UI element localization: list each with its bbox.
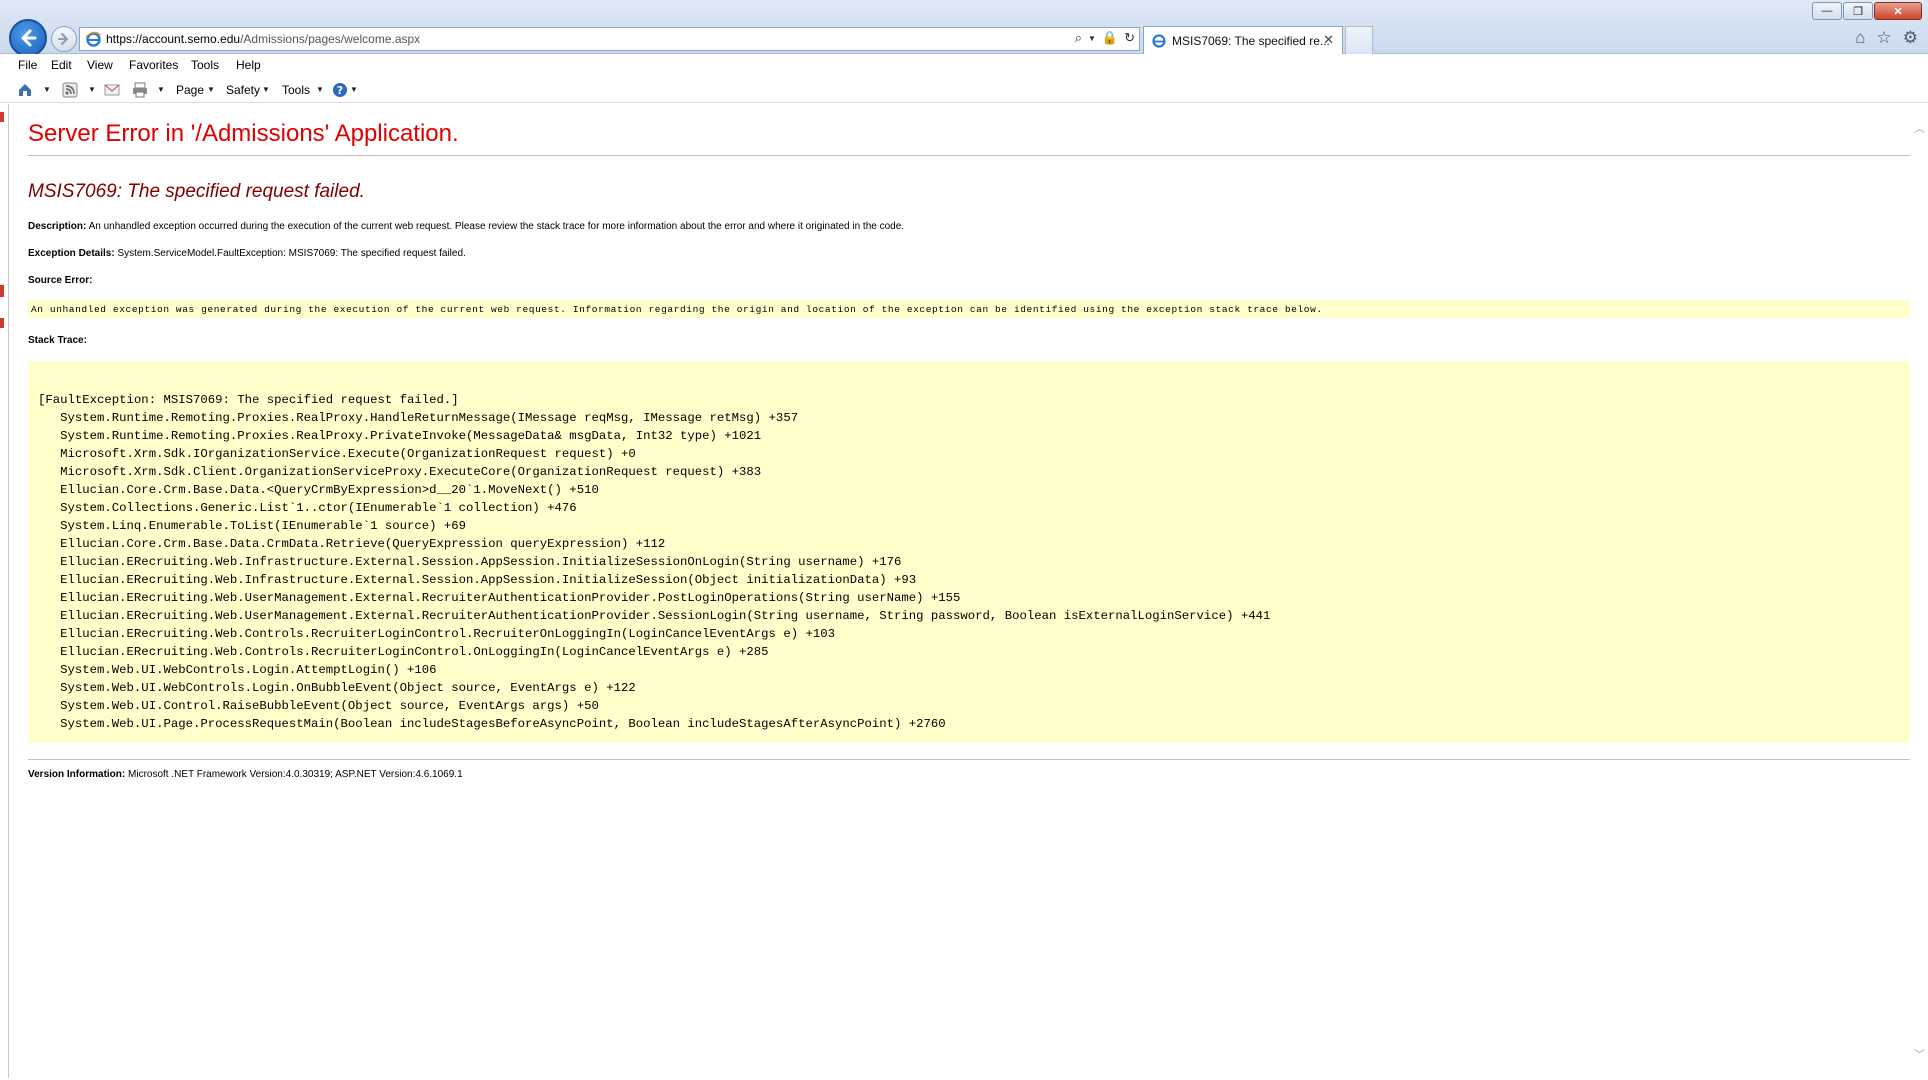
mail-icon[interactable] [104, 82, 120, 98]
menu-bar: File Edit View Favorites Tools Help [0, 54, 1928, 77]
print-icon[interactable] [132, 82, 148, 98]
stack-trace-line-13: Ellucian.ERecruiting.Web.Controls.Recrui… [38, 627, 835, 641]
help-dropdown-icon[interactable]: ▼ [350, 85, 358, 94]
home-icon[interactable] [17, 82, 33, 98]
stack-trace-line-3: Microsoft.Xrm.Sdk.IOrganizationService.E… [38, 447, 636, 461]
stack-trace-line-8: Ellucian.Core.Crm.Base.Data.CrmData.Retr… [38, 537, 666, 551]
stack-trace-line: Stack Trace: [28, 335, 87, 346]
search-icon[interactable]: ⌕ [1075, 30, 1082, 46]
description-text: An unhandled exception occurred during t… [88, 221, 905, 232]
home-dropdown-icon[interactable]: ▼ [43, 85, 51, 94]
page-title: Server Error in '/Admissions' Applicatio… [28, 120, 459, 147]
stack-trace-line-2: System.Runtime.Remoting.Proxies.RealProx… [38, 429, 762, 443]
minimize-button[interactable]: — [1812, 2, 1842, 20]
version-label: Version Information: [28, 769, 126, 780]
stack-trace-line-16: System.Web.UI.WebControls.Login.OnBubble… [38, 681, 636, 695]
command-bar: ▼ ▼ ▼ Page ▼ Safety ▼ Tools ▼ ? ▼ [0, 77, 1928, 103]
description-line: Description: An unhandled exception occu… [28, 221, 904, 232]
url-path: /Admissions/pages/welcome.aspx [240, 32, 421, 46]
tools-dropdown-icon[interactable]: ▼ [316, 85, 324, 94]
feed-dropdown-icon[interactable]: ▼ [88, 85, 96, 94]
forward-arrow-icon [58, 33, 69, 45]
address-bar[interactable]: https://account.semo.edu/Admissions/page… [79, 27, 1140, 51]
exception-label: Exception Details: [28, 248, 115, 259]
menu-favorites[interactable]: Favorites [129, 58, 178, 72]
menu-tools[interactable]: Tools [191, 58, 219, 72]
ie-logo-icon [85, 31, 102, 47]
command-page[interactable]: Page [176, 83, 204, 97]
stack-trace-line-17: System.Web.UI.Control.RaiseBubbleEvent(O… [38, 699, 599, 713]
command-tools[interactable]: Tools [282, 83, 310, 97]
scroll-up-icon[interactable]: ︿ [1914, 120, 1925, 136]
source-error-line: Source Error: [28, 275, 92, 286]
ie-logo-icon [1152, 34, 1166, 48]
close-window-button[interactable]: ✕ [1874, 2, 1922, 20]
source-error-box: An unhandled exception was generated dur… [28, 300, 1910, 318]
stack-trace-line-14: Ellucian.ERecruiting.Web.Controls.Recrui… [38, 645, 769, 659]
new-tab-button[interactable] [1345, 26, 1373, 54]
feed-icon[interactable] [62, 82, 78, 98]
back-arrow-icon [21, 29, 37, 47]
stack-trace-line-0: [FaultException: MSIS7069: The specified… [38, 393, 459, 407]
menu-view[interactable]: View [87, 58, 113, 72]
command-safety[interactable]: Safety [226, 83, 260, 97]
stack-trace-line-18: System.Web.UI.Page.ProcessRequestMain(Bo… [38, 717, 946, 731]
left-edge-mark [0, 318, 4, 328]
tab-title: MSIS7069: The specified re... [1172, 34, 1330, 48]
safety-dropdown-icon[interactable]: ▼ [262, 85, 270, 94]
menu-help[interactable]: Help [236, 58, 261, 72]
page-viewport: Server Error in '/Admissions' Applicatio… [8, 104, 1912, 1078]
stack-trace-line-15: System.Web.UI.WebControls.Login.AttemptL… [38, 663, 437, 677]
stack-trace-line-10: Ellucian.ERecruiting.Web.Infrastructure.… [38, 573, 917, 587]
left-edge-mark [0, 285, 4, 297]
menu-edit[interactable]: Edit [51, 58, 72, 72]
stack-trace-text: [FaultException: MSIS7069: The specified… [38, 391, 1270, 733]
menu-file[interactable]: File [18, 58, 37, 72]
exception-text: System.ServiceModel.FaultException: MSIS… [117, 248, 466, 259]
window-controls: — ❐ ✕ [1812, 2, 1922, 20]
source-error-label: Source Error: [28, 275, 93, 286]
tab-active[interactable]: MSIS7069: The specified re... ✕ [1143, 26, 1343, 54]
stack-trace-line-4: Microsoft.Xrm.Sdk.Client.OrganizationSer… [38, 465, 762, 479]
stack-trace-line-5: Ellucian.Core.Crm.Base.Data.<QueryCrmByE… [38, 483, 599, 497]
stack-trace-line-9: Ellucian.ERecruiting.Web.Infrastructure.… [38, 555, 902, 569]
stack-trace-line-1: System.Runtime.Remoting.Proxies.RealProx… [38, 411, 799, 425]
browser-right-icons: ⌂ ☆ ⚙ [1855, 28, 1918, 48]
svg-text:?: ? [337, 84, 343, 97]
source-error-text: An unhandled exception was generated dur… [31, 304, 1323, 315]
favorites-star-icon[interactable]: ☆ [1877, 28, 1892, 48]
gear-icon[interactable]: ⚙ [1903, 28, 1918, 48]
lock-icon[interactable]: 🔒 [1102, 30, 1118, 46]
description-label: Description: [28, 221, 87, 232]
refresh-icon[interactable]: ↻ [1124, 30, 1135, 46]
version-divider [28, 759, 1910, 760]
title-divider [28, 155, 1910, 156]
error-subtitle: MSIS7069: The specified request failed. [28, 181, 365, 202]
print-dropdown-icon[interactable]: ▼ [157, 85, 165, 94]
vertical-scrollbar[interactable] [1912, 104, 1928, 1078]
stack-trace-line-7: System.Linq.Enumerable.ToList(IEnumerabl… [38, 519, 467, 533]
stack-trace-box: [FaultException: MSIS7069: The specified… [28, 361, 1910, 743]
left-edge-mark [0, 112, 4, 122]
exception-line: Exception Details: System.ServiceModel.F… [28, 248, 466, 259]
dropdown-icon[interactable]: ▼ [1088, 34, 1096, 43]
version-text: Microsoft .NET Framework Version:4.0.303… [128, 769, 463, 780]
address-url[interactable]: https://account.semo.edu/Admissions/page… [106, 32, 420, 46]
forward-button[interactable] [51, 26, 77, 52]
stack-trace-line-6: System.Collections.Generic.List`1..ctor(… [38, 501, 577, 515]
back-button[interactable] [9, 19, 47, 57]
page-dropdown-icon[interactable]: ▼ [207, 85, 215, 94]
restore-button[interactable]: ❐ [1843, 2, 1873, 20]
help-icon[interactable]: ? [332, 82, 348, 98]
url-domain: https://account.semo.edu [106, 32, 241, 46]
close-tab-icon[interactable]: ✕ [1323, 32, 1334, 48]
stack-trace-line-12: Ellucian.ERecruiting.Web.UserManagement.… [38, 609, 1271, 623]
stack-trace-line-11: Ellucian.ERecruiting.Web.UserManagement.… [38, 591, 961, 605]
home-icon[interactable]: ⌂ [1855, 28, 1865, 48]
scroll-down-icon[interactable]: ﹀ [1914, 1046, 1925, 1062]
version-line: Version Information: Microsoft .NET Fram… [28, 769, 463, 780]
browser-title-bar: https://account.semo.edu/Admissions/page… [0, 0, 1928, 57]
stack-trace-label: Stack Trace: [28, 335, 87, 346]
address-tools: ⌕ ▼ 🔒 ↻ [1075, 30, 1135, 46]
